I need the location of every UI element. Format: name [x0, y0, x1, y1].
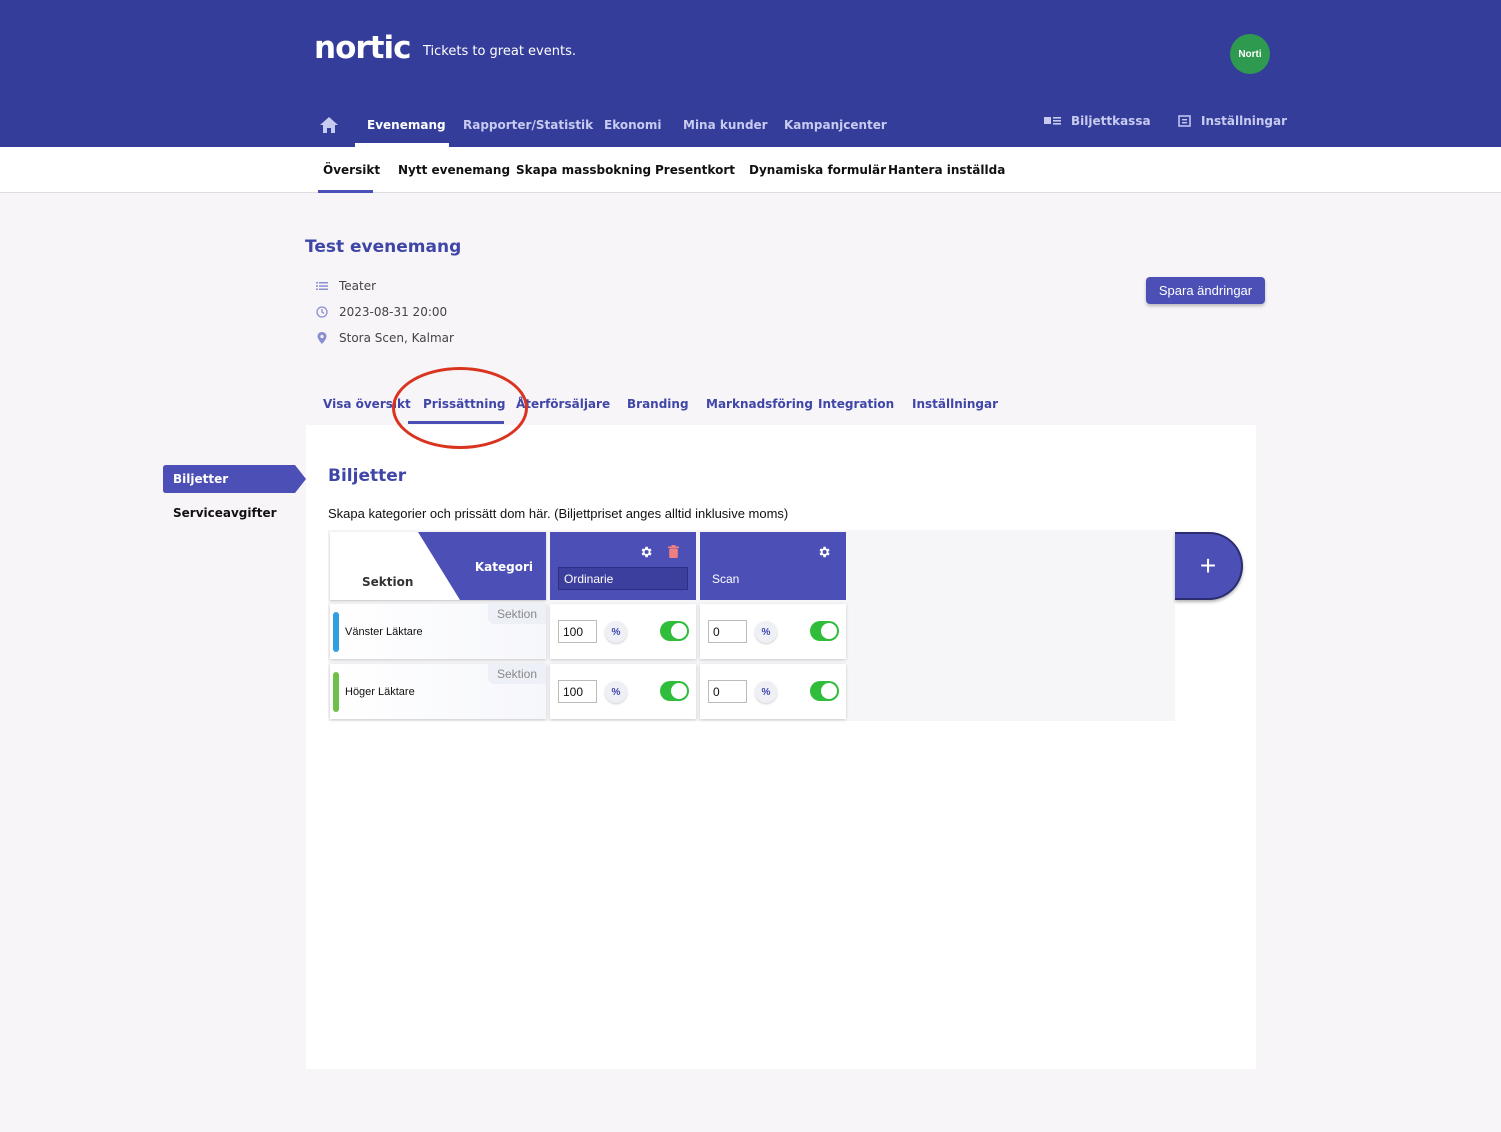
active-toggle[interactable]	[810, 621, 839, 641]
trash-icon[interactable]	[668, 545, 679, 558]
tab-marknadsforing[interactable]: Marknadsföring	[706, 397, 813, 411]
sidebar-item-serviceavgifter[interactable]: Serviceavgifter	[173, 506, 277, 520]
price-input[interactable]: 100	[558, 620, 597, 643]
top-header: nortic Tickets to great events. Norti Ev…	[0, 0, 1501, 147]
subnav-presentkort[interactable]: Presentkort	[655, 163, 735, 177]
subnav-active-indicator	[318, 190, 373, 193]
subnav-skapa-massbokning[interactable]: Skapa massbokning	[516, 163, 651, 177]
price-cell: 100 %	[550, 604, 696, 659]
settings-icon	[1178, 115, 1191, 127]
tab-installningar[interactable]: Inställningar	[912, 397, 998, 411]
main-nav: Evenemang Rapporter/Statistik Ekonomi Mi…	[0, 108, 1501, 147]
pricing-panel	[306, 425, 1256, 1069]
active-toggle[interactable]	[660, 681, 689, 701]
section-color-bar	[333, 672, 339, 712]
active-toggle[interactable]	[660, 621, 689, 641]
price-cell: 0 %	[700, 604, 846, 659]
tab-aterforsaljare[interactable]: Återförsäljare	[516, 397, 610, 411]
add-category-button[interactable]: +	[1175, 532, 1243, 600]
price-input[interactable]: 100	[558, 680, 597, 703]
section-title: Biljetter	[328, 466, 407, 486]
nav-installningar-label: Inställningar	[1201, 114, 1288, 128]
nav-installningar[interactable]: Inställningar	[1178, 114, 1287, 128]
percent-button[interactable]: %	[605, 681, 627, 703]
gear-icon[interactable]	[817, 545, 831, 559]
list-icon	[316, 282, 328, 290]
home-icon[interactable]	[319, 116, 339, 134]
percent-button[interactable]: %	[755, 681, 777, 703]
clock-icon	[316, 306, 328, 318]
nav-biljettkassa[interactable]: Biljettkassa	[1044, 114, 1151, 128]
tab-branding[interactable]: Branding	[627, 397, 689, 411]
section-description: Skapa kategorier och prissätt dom här. (…	[328, 506, 789, 521]
event-category: Teater	[316, 279, 376, 293]
save-changes-button[interactable]: Spara ändringar	[1146, 277, 1265, 304]
active-toggle[interactable]	[810, 681, 839, 701]
section-tag: Sektion	[487, 604, 546, 624]
location-pin-icon	[317, 332, 327, 344]
gear-icon[interactable]	[639, 545, 653, 559]
event-venue-text: Stora Scen, Kalmar	[339, 331, 454, 345]
nortic-logo[interactable]: nortic	[314, 30, 411, 66]
percent-button[interactable]: %	[605, 621, 627, 643]
subnav-hantera-installda[interactable]: Hantera inställda	[888, 163, 1005, 177]
corner-section-label: Sektion	[362, 575, 414, 589]
category-name-input[interactable]: Ordinarie	[558, 567, 688, 590]
nav-biljettkassa-label: Biljettkassa	[1071, 114, 1151, 128]
percent-button[interactable]: %	[755, 621, 777, 643]
section-color-bar	[333, 612, 339, 652]
subnav-oversikt[interactable]: Översikt	[323, 163, 380, 177]
event-datetime-text: 2023-08-31 20:00	[339, 305, 448, 319]
grid-corner-header: Kategori Sektion	[330, 532, 546, 600]
sidebar-item-biljetter[interactable]: Biljetter	[173, 472, 228, 486]
category-name-label[interactable]: Scan	[712, 572, 739, 586]
category-header-ordinarie: Ordinarie	[550, 532, 696, 600]
cash-register-icon	[1044, 117, 1061, 125]
section-name: Vänster Läktare	[345, 626, 423, 638]
corner-category-label: Kategori	[474, 560, 533, 574]
nav-mina-kunder[interactable]: Mina kunder	[683, 118, 768, 132]
table-row-section: Vänster Läktare Sektion	[330, 604, 546, 659]
section-tag: Sektion	[487, 664, 546, 684]
avatar[interactable]: Norti	[1230, 34, 1270, 74]
event-datetime: 2023-08-31 20:00	[316, 305, 447, 319]
price-cell: 0 %	[700, 664, 846, 719]
sub-nav: Översikt Nytt evenemang Skapa massboknin…	[0, 147, 1501, 193]
tagline: Tickets to great events.	[423, 44, 576, 59]
nav-evenemang[interactable]: Evenemang	[367, 118, 446, 132]
event-venue: Stora Scen, Kalmar	[316, 331, 454, 345]
price-cell: 100 %	[550, 664, 696, 719]
subnav-nytt-evenemang[interactable]: Nytt evenemang	[398, 163, 510, 177]
table-row-section: Höger Läktare Sektion	[330, 664, 546, 719]
category-header-scan: Scan	[700, 532, 846, 600]
nav-ekonomi[interactable]: Ekonomi	[604, 118, 662, 132]
tab-integration[interactable]: Integration	[818, 397, 894, 411]
event-category-text: Teater	[339, 279, 377, 293]
price-input[interactable]: 0	[708, 680, 747, 703]
price-input[interactable]: 0	[708, 620, 747, 643]
nav-rapporter[interactable]: Rapporter/Statistik	[463, 118, 593, 132]
event-title: Test evenemang	[305, 237, 462, 257]
section-name: Höger Läktare	[345, 686, 415, 698]
nav-kampanjcenter[interactable]: Kampanjcenter	[784, 118, 887, 132]
subnav-dynamiska-formular[interactable]: Dynamiska formulär	[749, 163, 886, 177]
annotation-circle	[392, 367, 528, 449]
